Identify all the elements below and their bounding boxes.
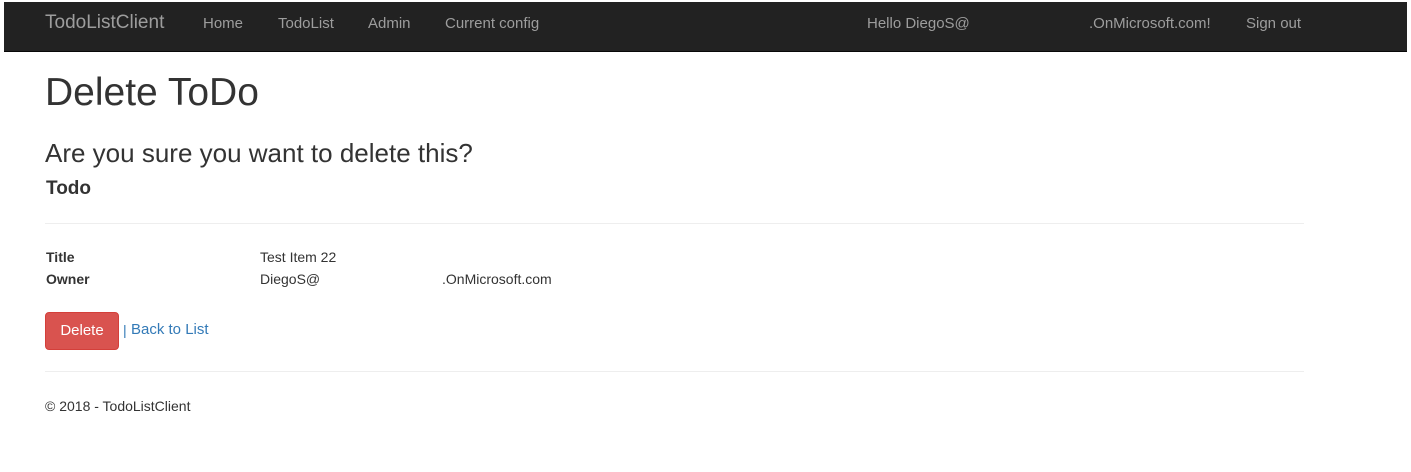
footer-copyright: © 2018 - TodoListClient xyxy=(45,398,191,414)
page-title: Delete ToDo xyxy=(45,71,259,114)
redacted-tenant-name xyxy=(981,15,1089,33)
nav-link-todolist[interactable]: TodoList xyxy=(278,14,334,34)
nav-link-current-config[interactable]: Current config xyxy=(445,14,539,34)
confirm-question: Are you sure you want to delete this? xyxy=(45,138,473,168)
footer-divider xyxy=(45,371,1304,372)
action-separator: | xyxy=(123,322,127,338)
nav-link-home[interactable]: Home xyxy=(203,14,243,34)
divider xyxy=(45,223,1304,224)
title-label: Title xyxy=(46,249,75,265)
user-greeting-domain[interactable]: .OnMicrosoft.com! xyxy=(1089,14,1211,34)
entity-heading: Todo xyxy=(46,178,92,199)
delete-button[interactable]: Delete xyxy=(45,312,119,350)
user-greeting-link[interactable]: Hello DiegoS@ xyxy=(867,14,970,34)
owner-domain: .OnMicrosoft.com xyxy=(442,271,552,287)
nav-link-admin[interactable]: Admin xyxy=(368,14,411,34)
back-to-list-link[interactable]: Back to List xyxy=(131,320,209,340)
sign-out-link[interactable]: Sign out xyxy=(1246,14,1301,34)
page: TodoListClient Home TodoList Admin Curre… xyxy=(0,0,1411,472)
title-value: Test Item 22 xyxy=(260,249,337,265)
owner-label: Owner xyxy=(46,271,90,287)
brand-link[interactable]: TodoListClient xyxy=(45,11,164,35)
top-navbar: TodoListClient Home TodoList Admin Curre… xyxy=(4,2,1407,52)
owner-value: DiegoS@ xyxy=(260,271,321,287)
